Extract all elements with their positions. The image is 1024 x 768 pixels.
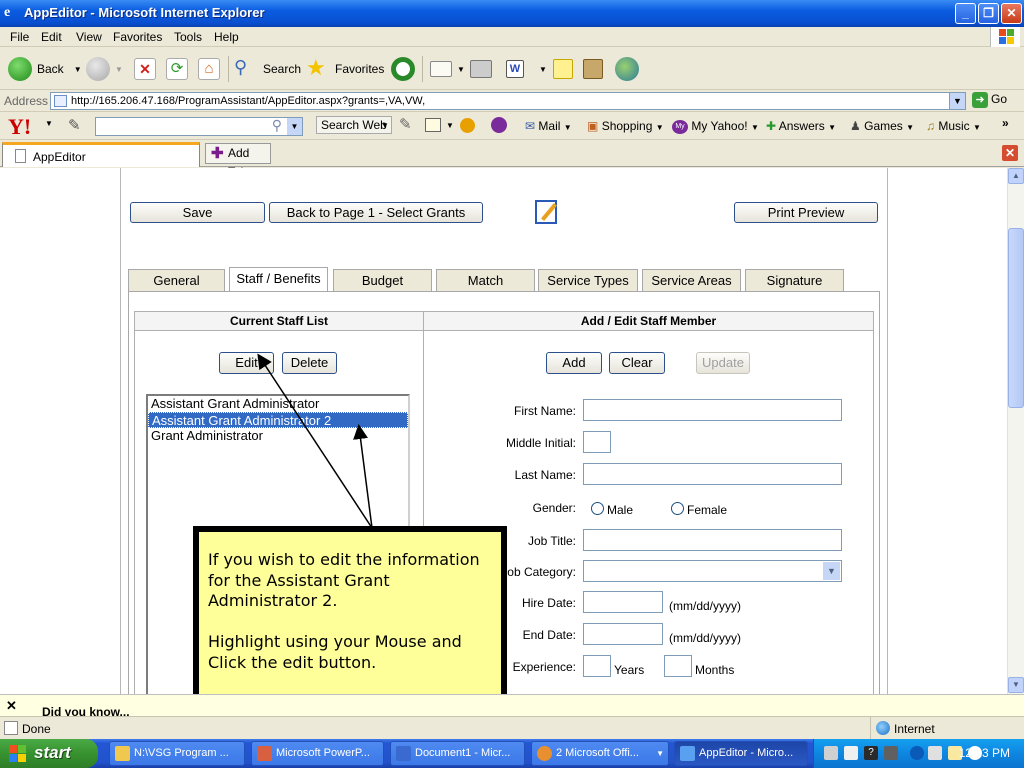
tray-network-icon[interactable]	[884, 746, 898, 760]
system-tray: ? 12:13 PM	[813, 739, 1024, 768]
task-vsg-program[interactable]: N:\VSG Program ...	[109, 741, 245, 766]
powerpoint-icon	[257, 746, 272, 761]
status-bar: Done Internet	[0, 716, 1024, 740]
office-icon	[537, 746, 552, 761]
tray-help-icon[interactable]: ?	[864, 746, 878, 760]
tray-pen-icon[interactable]	[824, 746, 838, 760]
ie-icon	[680, 746, 695, 761]
instruction-callout: If you wish to edit the information for …	[193, 526, 507, 712]
status-page-icon	[4, 721, 18, 735]
globe-icon	[876, 721, 890, 735]
status-text: Done	[22, 722, 51, 736]
security-zone: Internet	[870, 717, 1024, 740]
task-appeditor[interactable]: AppEditor - Micro...	[674, 741, 808, 766]
annotation-arrows	[257, 353, 373, 529]
scroll-up-icon[interactable]: ▲	[1008, 168, 1024, 184]
start-button[interactable]: start	[0, 739, 98, 768]
arrow-to-edit	[257, 353, 373, 529]
tray-display-icon[interactable]	[844, 746, 858, 760]
info-bar: ✕ Did you know...	[0, 694, 1024, 717]
task-document1[interactable]: Document1 - Micr...	[390, 741, 525, 766]
clock[interactable]: 12:13 PM	[959, 746, 1010, 760]
taskbar: start N:\VSG Program ... Microsoft Power…	[0, 739, 1024, 768]
windows-flag-icon	[9, 745, 27, 763]
scroll-down-icon[interactable]: ▼	[1008, 677, 1024, 693]
task-powerpoint[interactable]: Microsoft PowerP...	[251, 741, 384, 766]
scroll-thumb[interactable]	[1008, 228, 1024, 408]
infobar-close-icon[interactable]: ✕	[6, 698, 17, 714]
folder-icon	[115, 746, 130, 761]
task-microsoft-office[interactable]: 2 Microsoft Offi... ▼	[531, 741, 669, 766]
word-icon	[396, 746, 411, 761]
arrow-to-selection	[353, 424, 373, 529]
tray-collapse-icon[interactable]	[910, 746, 924, 760]
callout-text: If you wish to edit the information for …	[199, 532, 501, 706]
tray-volume-icon[interactable]	[928, 746, 942, 760]
group-dropdown-icon: ▼	[656, 749, 664, 758]
vertical-scrollbar[interactable]: ▲ ▼	[1007, 168, 1024, 694]
